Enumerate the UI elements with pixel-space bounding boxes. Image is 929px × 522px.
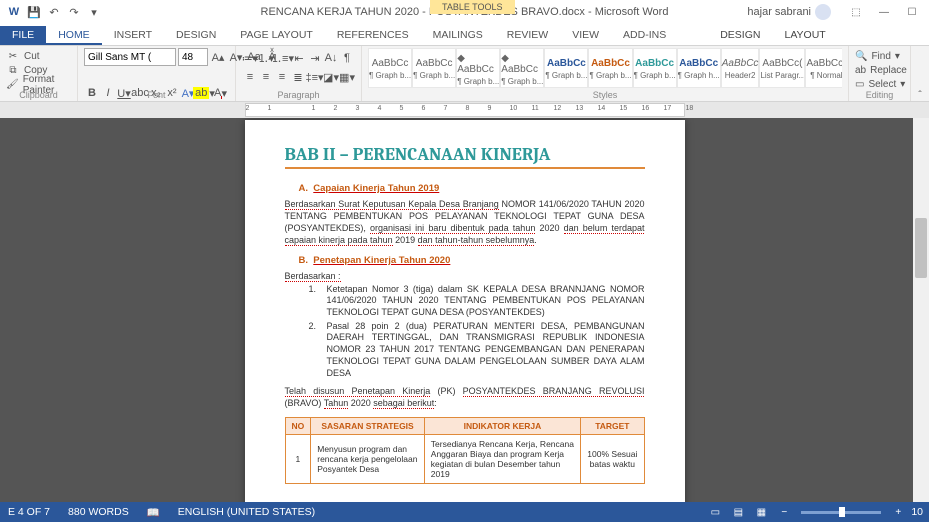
font-size-input[interactable] <box>178 48 208 66</box>
decrease-indent-button[interactable]: ⇤ <box>291 50 307 66</box>
style-item[interactable]: AaBbCcHeader2 <box>721 48 760 88</box>
list-item[interactable]: 2. Pasal 28 poin 2 (dua) PERATURAN MENTE… <box>309 321 645 379</box>
maximize-button[interactable]: ☐ <box>899 2 925 22</box>
undo-button[interactable]: ↶ <box>46 4 62 20</box>
clipboard-group-label: Clipboard <box>0 90 77 100</box>
minimize-button[interactable]: — <box>871 2 897 22</box>
document-area[interactable]: BAB II – PERENCANAAN KINERJA A. Capaian … <box>0 118 929 508</box>
list-item[interactable]: 1. Ketetapan Nomor 3 (tiga) dalam SK KEP… <box>309 284 645 319</box>
tab-mailings[interactable]: MAILINGS <box>421 26 495 45</box>
contextual-tab-group: TABLE TOOLS <box>430 0 515 14</box>
page-status[interactable]: E 4 OF 7 <box>8 506 50 518</box>
align-left-button[interactable]: ≡ <box>242 69 258 85</box>
save-button[interactable]: 💾 <box>26 4 42 20</box>
indicator-table[interactable]: NO SASARAN STRATEGIS INDIKATOR KERJA TAR… <box>285 417 645 484</box>
avatar[interactable] <box>815 4 831 20</box>
tab-table-layout[interactable]: LAYOUT <box>772 26 837 45</box>
page[interactable]: BAB II – PERENCANAAN KINERJA A. Capaian … <box>245 120 685 508</box>
line-spacing-button[interactable]: ‡≡▾ <box>306 69 323 85</box>
th-target[interactable]: TARGET <box>581 418 644 435</box>
print-layout-button[interactable]: ▤ <box>728 504 748 520</box>
tab-review[interactable]: REVIEW <box>495 26 560 45</box>
language-status[interactable]: ENGLISH (UNITED STATES) <box>178 506 315 518</box>
style-item[interactable]: AaBbCc¶ Graph b... <box>412 48 456 88</box>
zoom-slider[interactable] <box>801 511 881 514</box>
tab-design[interactable]: DESIGN <box>164 26 228 45</box>
berdasarkan-label[interactable]: Berdasarkan : <box>285 270 645 282</box>
title-bar: W 💾 ↶ ↷ ▾ RENCANA KERJA TAHUN 2020 - POS… <box>0 0 929 24</box>
tab-table-design[interactable]: DESIGN <box>708 26 772 45</box>
style-item[interactable]: ◆ AaBbCc¶ Graph b... <box>456 48 500 88</box>
align-right-button[interactable]: ≡ <box>274 69 290 85</box>
style-item[interactable]: AaBbCc¶ Graph h... <box>677 48 721 88</box>
tab-references[interactable]: REFERENCES <box>325 26 421 45</box>
style-item[interactable]: AaBbCc(¶ Normal <box>805 48 842 88</box>
tab-pagelayout[interactable]: PAGE LAYOUT <box>228 26 325 45</box>
zoom-out-button[interactable]: − <box>774 504 794 520</box>
paragraph-group-label: Paragraph <box>236 90 361 100</box>
user-name[interactable]: hajar sabrani <box>747 6 811 18</box>
web-layout-button[interactable]: ▦ <box>751 504 771 520</box>
table-row[interactable]: 1 Menyusun program dan rencana kerja pen… <box>285 435 644 484</box>
styles-group-label: Styles <box>362 90 848 100</box>
tab-insert[interactable]: INSERT <box>102 26 164 45</box>
paragraph-1[interactable]: Berdasarkan Surat Keputusan Kepala Desa … <box>285 198 645 247</box>
scroll-thumb[interactable] <box>915 218 927 278</box>
collapse-ribbon-button[interactable]: ˆ <box>911 46 929 101</box>
find-button[interactable]: 🔍Find▾ <box>855 50 904 63</box>
zoom-in-button[interactable]: + <box>888 504 908 520</box>
cut-button[interactable]: ✂Cut <box>6 50 71 63</box>
read-mode-button[interactable]: ▭ <box>705 504 725 520</box>
word-count[interactable]: 880 WORDS <box>68 506 129 518</box>
section-a-heading[interactable]: A. Capaian Kinerja Tahun 2019 <box>299 183 645 194</box>
sort-button[interactable]: A↓ <box>323 50 339 66</box>
multilevel-button[interactable]: ⒈≡▾ <box>274 50 291 66</box>
style-item[interactable]: AaBbCc¶ Graph b... <box>544 48 588 88</box>
style-item[interactable]: AaBbCc¶ Graph b... <box>633 48 677 88</box>
style-item[interactable]: AaBbCc¶ Graph b... <box>588 48 632 88</box>
th-sasaran[interactable]: SASARAN STRATEGIS <box>311 418 425 435</box>
font-group-label: Font <box>78 90 235 100</box>
justify-button[interactable]: ≣ <box>290 69 306 85</box>
ribbon-display-button[interactable]: ⬚ <box>843 2 869 22</box>
qat-customize[interactable]: ▾ <box>86 4 102 20</box>
th-no[interactable]: NO <box>285 418 311 435</box>
tab-view[interactable]: VIEW <box>560 26 611 45</box>
shading-button[interactable]: ◪▾ <box>323 69 339 85</box>
styles-gallery[interactable]: AaBbCc¶ Graph b...AaBbCc¶ Graph b...◆ Aa… <box>368 48 842 88</box>
paragraph-2[interactable]: Telah disusun Penetapan Kinerja (PK) POS… <box>285 385 645 409</box>
tab-file[interactable]: FILE <box>0 26 46 45</box>
section-b-heading[interactable]: B. Penetapan Kinerja Tahun 2020 <box>299 255 645 266</box>
heading-1[interactable]: BAB II – PERENCANAAN KINERJA <box>285 144 645 169</box>
vertical-scrollbar[interactable] <box>913 118 929 508</box>
increase-indent-button[interactable]: ⇥ <box>307 50 323 66</box>
bullets-button[interactable]: ≔▾ <box>242 50 258 66</box>
borders-button[interactable]: ▦▾ <box>339 69 355 85</box>
zoom-level[interactable]: 10 <box>911 506 923 518</box>
th-indikator[interactable]: INDIKATOR KERJA <box>424 418 580 435</box>
status-bar: E 4 OF 7 880 WORDS 📖 ENGLISH (UNITED STA… <box>0 502 929 522</box>
editing-group-label: Editing <box>849 90 910 100</box>
word-icon: W <box>6 4 22 20</box>
ribbon: ✂Cut ⧉Copy 🖌Format Painter Clipboard A▴ … <box>0 46 929 102</box>
align-center-button[interactable]: ≡ <box>258 69 274 85</box>
show-marks-button[interactable]: ¶ <box>339 50 355 66</box>
style-item[interactable]: AaBbCc(List Paragr... <box>759 48 805 88</box>
ribbon-tabs: FILE HOME INSERT DESIGN PAGE LAYOUT REFE… <box>0 24 929 46</box>
tab-addins[interactable]: ADD-INS <box>611 26 678 45</box>
replace-button[interactable]: abReplace <box>855 64 904 77</box>
horizontal-ruler[interactable]: 21123456789101112131415161718 <box>0 102 929 118</box>
style-item[interactable]: AaBbCc¶ Graph b... <box>368 48 412 88</box>
spell-check-icon[interactable]: 📖 <box>147 506 160 519</box>
style-item[interactable]: ◆ AaBbCc¶ Graph b... <box>500 48 544 88</box>
font-name-input[interactable] <box>84 48 176 66</box>
grow-font-button[interactable]: A▴ <box>210 49 226 65</box>
redo-button[interactable]: ↷ <box>66 4 82 20</box>
tab-home[interactable]: HOME <box>46 26 102 45</box>
